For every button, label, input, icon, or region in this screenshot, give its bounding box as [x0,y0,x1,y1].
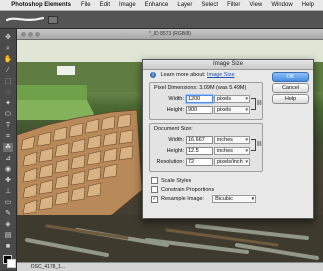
info-icon: i [150,72,156,78]
chain-link-icon: ⛓ [256,100,263,106]
resample-image-checkbox[interactable]: ✓ Resample Image: Bicubic [151,195,257,203]
help-button[interactable]: Help [272,94,309,104]
ok-button[interactable]: OK [272,72,309,82]
options-bar [0,11,323,29]
learn-more-link[interactable]: Image Size [207,72,235,78]
menu-layer[interactable]: Layer [177,2,192,8]
menu-filter[interactable]: Filter [227,2,240,8]
marquee-tool-icon[interactable]: ⬚ [3,77,13,86]
paint-bucket-tool-icon[interactable]: ◈ [3,220,13,229]
scale-styles-checkbox[interactable]: Scale Styles [151,177,191,184]
cancel-button[interactable]: Cancel [272,83,309,93]
pixel-dimensions-title: Pixel Dimensions: 3.09M (was 5.49M) [154,85,247,91]
pixel-dimensions-group: Pixel Dimensions: 3.09M (was 5.49M) Widt… [149,82,263,120]
straighten-tool-icon[interactable]: ⊿ [3,154,13,163]
constrain-proportions-checkbox[interactable]: Constrain Proportions [151,186,214,193]
pixel-height-unit-select[interactable]: pixels [214,106,250,114]
doc-height-row: Height: 12.5 inches [150,147,262,155]
learn-more-label: Learn more about: [160,72,206,78]
move-tool-icon[interactable]: ✥ [3,33,13,42]
menu-view[interactable]: View [249,2,262,8]
brush-tool-icon[interactable]: ✎ [3,209,13,218]
resample-image-label: Resample Image: [161,196,205,202]
menu-select[interactable]: Select [201,2,218,8]
constrain-proportions-box[interactable] [151,186,158,193]
menu-edit[interactable]: Edit [100,2,110,8]
image-size-dialog: Image Size i Learn more about: Image Siz… [142,59,314,219]
magic-wand-tool-icon[interactable]: ✦ [3,99,13,108]
document-size-title: Document Size: [154,126,193,132]
gradient-tool-icon[interactable]: ▤ [3,231,13,240]
pixel-width-input[interactable]: 1200 [186,95,213,103]
window-controls[interactable] [21,31,42,39]
resolution-input[interactable]: 72 [186,158,213,166]
pixel-height-input[interactable]: 900 [186,106,213,114]
pixel-height-label: Height: [166,107,184,113]
pixel-width-unit-select[interactable]: pixels [214,95,250,103]
doc-width-label: Width: [168,137,184,143]
scale-styles-box[interactable] [151,177,158,184]
red-eye-tool-icon[interactable]: ◉ [3,165,13,174]
menu-window[interactable]: Window [271,2,292,8]
doc-height-label: Height: [166,148,184,154]
doc-height-unit-select[interactable]: inches [214,147,250,155]
menu-bar: Photoshop Elements File Edit Image Enhan… [0,0,323,11]
document-size-group: Document Size: Width: 16.667 inches Heig… [149,123,263,172]
document-title: *_ID 8573 (RGB/8) [149,31,191,37]
clone-stamp-tool-icon[interactable]: ⊥ [3,187,13,196]
toolbox: ✥ ⌕ ✋ ⁄ ⬚ ◌ ✦ ⬭ T ⌗ ☘ ⊿ ◉ ✚ ⊥ ▭ ✎ ◈ ▤ ■ [0,29,17,270]
status-filename: DSC_4178_1... [31,264,66,270]
resample-method-select[interactable]: Bicubic [212,195,257,203]
shape-tool-icon[interactable]: ■ [3,242,13,251]
doc-width-unit-select[interactable]: inches [214,136,250,144]
document-title-bar[interactable]: *_ID 8573 (RGB/8) [17,29,323,40]
brush-preview-icon[interactable] [5,14,45,24]
resolution-row: Resolution: 72 pixels/inch [150,158,262,166]
brush-picker-dropdown[interactable] [48,16,58,24]
lasso-tool-icon[interactable]: ◌ [3,88,13,97]
type-tool-icon[interactable]: T [3,121,13,130]
zoom-tool-icon[interactable]: ⌕ [3,44,13,53]
resolution-unit-select[interactable]: pixels/inch [214,158,250,166]
eraser-tool-icon[interactable]: ▭ [3,198,13,207]
menu-app-name[interactable]: Photoshop Elements [11,2,71,8]
doc-chain-link-icon: ⛓ [256,141,263,147]
resolution-label: Resolution: [156,159,184,165]
eyedropper-tool-icon[interactable]: ⁄ [3,66,13,75]
dialog-title: Image Size [143,60,313,70]
doc-height-input[interactable]: 12.5 [186,147,213,155]
crop-tool-icon[interactable]: ⌗ [3,132,13,141]
menu-file[interactable]: File [81,2,91,8]
resample-image-box[interactable]: ✓ [151,195,158,203]
menu-help[interactable]: Help [302,2,314,8]
healing-brush-tool-icon[interactable]: ✚ [3,176,13,185]
learn-more: i Learn more about: Image Size [150,72,235,78]
hand-tool-icon[interactable]: ✋ [3,55,13,64]
scale-styles-label: Scale Styles [161,177,192,184]
selection-brush-tool-icon[interactable]: ⬭ [3,110,13,119]
pixel-height-row: Height: 900 pixels [150,106,262,114]
doc-width-input[interactable]: 16.667 [186,136,213,144]
menu-enhance[interactable]: Enhance [145,2,169,8]
doc-width-row: Width: 16.667 inches [150,136,262,144]
background-color-swatch[interactable] [7,259,16,268]
pixel-width-label: Width: [168,96,184,102]
pixel-width-row: Width: 1200 pixels [150,95,262,103]
cookie-cutter-tool-icon[interactable]: ☘ [3,143,13,152]
menu-image[interactable]: Image [119,2,136,8]
constrain-proportions-label: Constrain Proportions [161,186,215,193]
